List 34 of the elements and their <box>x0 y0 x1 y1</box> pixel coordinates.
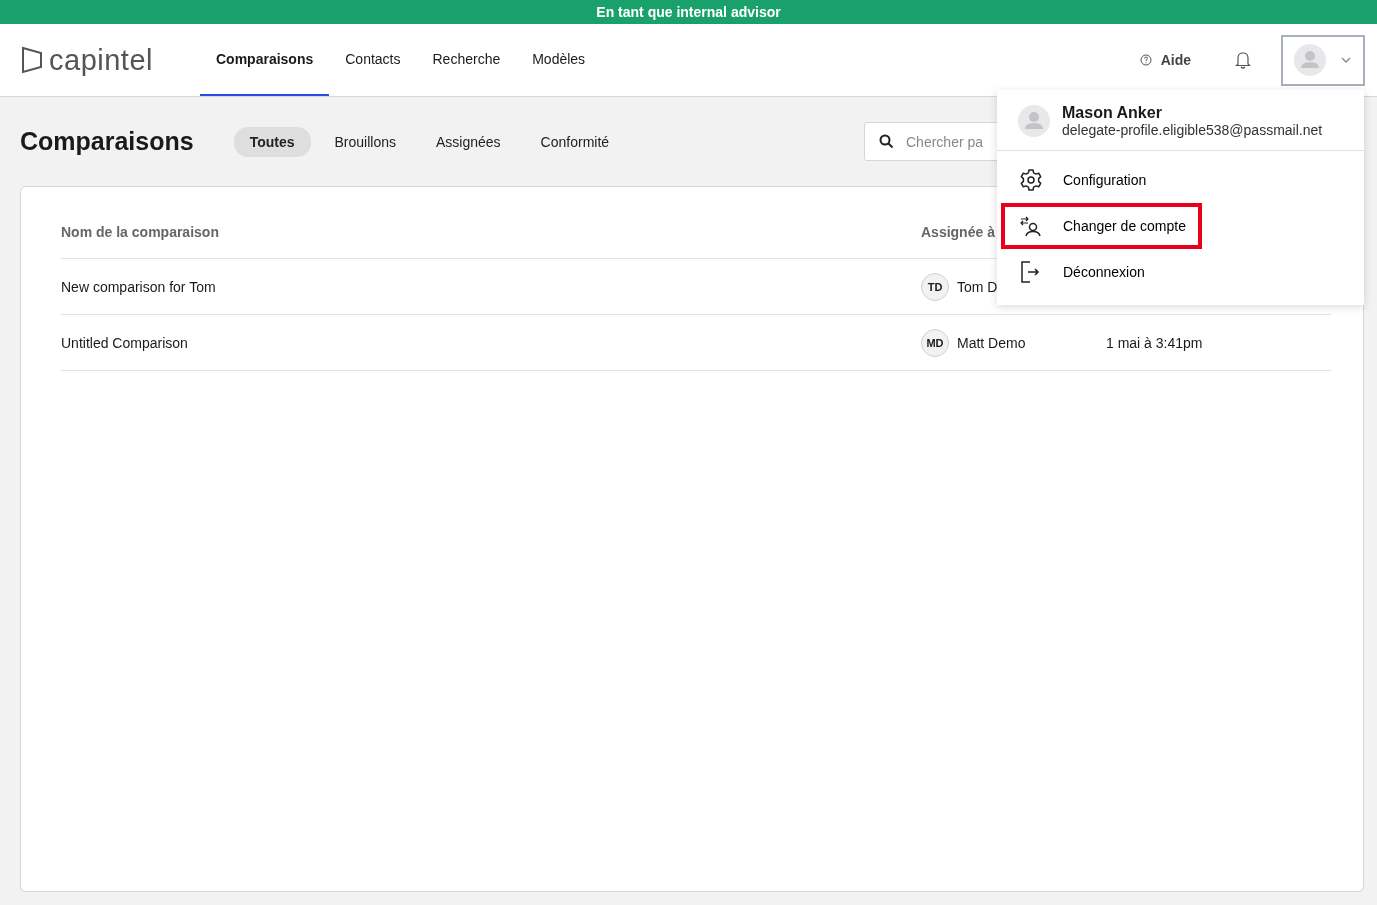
nav-tab[interactable]: Recherche <box>416 24 517 96</box>
logo-icon <box>21 46 43 74</box>
help-button[interactable]: Aide <box>1133 51 1197 69</box>
comparison-name[interactable]: Untitled Comparison <box>61 334 188 351</box>
column-header: Nom de la comparaison <box>61 223 219 240</box>
filter-tab[interactable]: Brouillons <box>318 126 412 157</box>
nav-tab[interactable]: Comparaisons <box>200 24 330 96</box>
menu-item[interactable]: Déconnexion <box>1001 249 1161 295</box>
menu-item[interactable]: Changer de compte <box>1001 203 1202 249</box>
logo-text: capintel <box>49 43 153 77</box>
filter-tab[interactable]: Assignées <box>420 126 517 157</box>
menu-item[interactable]: Configuration <box>1001 157 1163 203</box>
avatar-icon <box>1018 105 1050 137</box>
nav-tab[interactable]: Contacts <box>329 24 417 96</box>
nav-tab[interactable]: Modèles <box>516 24 602 96</box>
initials-avatar: MD <box>921 328 949 357</box>
bell-icon[interactable] <box>1235 51 1251 69</box>
filter-tab[interactable]: Conformité <box>524 126 626 157</box>
page-title: Comparaisons <box>20 127 194 156</box>
filter-tab[interactable]: Toutes <box>233 126 311 157</box>
initials-avatar: TD <box>921 272 949 301</box>
date-text: 1 mai à 3:41pm <box>1106 334 1203 351</box>
help-icon <box>1139 54 1152 66</box>
role-banner: En tant que internal advisor <box>0 0 1377 24</box>
comparison-name[interactable]: New comparison for Tom <box>61 278 216 295</box>
column-header: Assignée à <box>921 223 995 240</box>
user-email: delegate-profile.eligible538@passmail.net <box>1062 122 1323 138</box>
settings-icon <box>1019 168 1043 192</box>
assignee-name: Matt Demo <box>957 334 1026 351</box>
avatar-icon <box>1294 44 1326 76</box>
switch-user-icon <box>1019 214 1043 238</box>
chevron-down-icon <box>1340 56 1352 64</box>
user-name: Mason Anker <box>1062 104 1163 122</box>
assignee-name: Tom D <box>957 278 998 295</box>
